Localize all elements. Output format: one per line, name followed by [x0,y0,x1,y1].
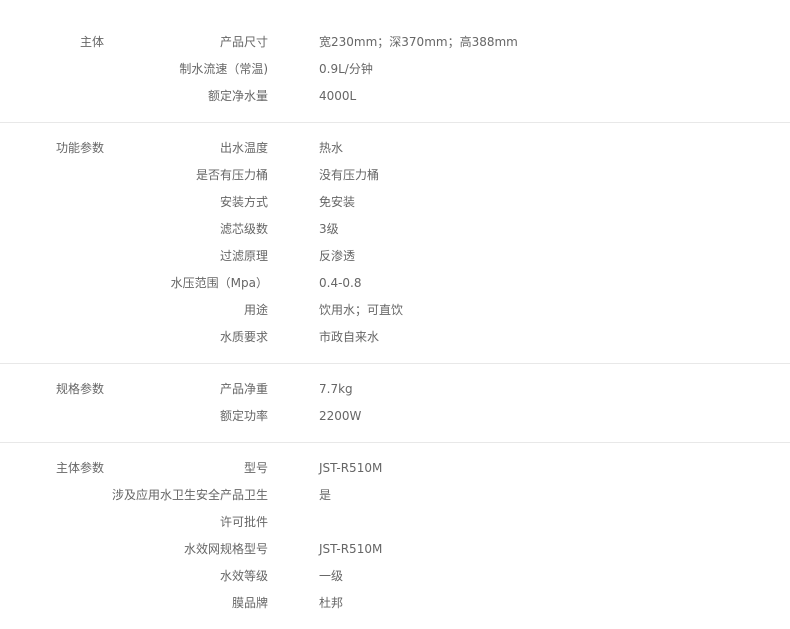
spec-key: 额定净水量 [207,89,268,103]
spec-row: 水质要求 市政自来水 [0,324,790,351]
spec-value: JST-R510M [319,542,383,556]
spec-row: 制水流速（常温) 0.9L/分钟 [0,56,790,83]
spec-section-specs: 规格参数 产品净重 7.7kg 额定功率 2200W [0,376,790,443]
spec-value: 反渗透 [319,249,356,263]
section-title: 规格参数 [55,382,104,396]
section-title: 主体 [79,35,104,49]
spec-section-main-params: 主体参数 型号 JST-R510M 涉及应用水卫生安全产品卫生 是 许可批件 水… [0,455,790,629]
spec-key: 产品尺寸 [219,35,268,49]
spec-value: JST-R510M [319,461,383,475]
spec-value: 7.7kg [319,382,353,396]
spec-value: 热水 [319,141,344,155]
spec-row: 规格参数 产品净重 7.7kg [0,376,790,403]
spec-key: 许可批件 [219,515,268,529]
spec-value: 一级 [319,569,344,583]
spec-row: 主体参数 型号 JST-R510M [0,455,790,482]
spec-value: 免安装 [319,195,356,209]
spec-row: 过滤原理 反渗透 [0,243,790,270]
spec-row: 额定功率 2200W [0,403,790,430]
spec-key: 涉及应用水卫生安全产品卫生 [111,488,268,502]
spec-value: 4000L [319,89,357,103]
spec-key: 出水温度 [219,141,268,155]
spec-key: 过滤原理 [219,249,268,263]
spec-key: 膜品牌 [231,596,268,610]
spec-value: 0.9L/分钟 [319,62,373,76]
spec-key: 是否有压力桶 [195,168,268,182]
spec-section-main: 主体 产品尺寸 宽230mm；深370mm；高388mm 制水流速（常温) 0.… [0,29,790,123]
spec-key: 水效等级 [219,569,268,583]
spec-key: 水压范围（Mpa） [170,276,268,290]
spec-value: 没有压力桶 [319,168,380,182]
spec-value: 3级 [319,222,339,236]
spec-key: 用途 [243,303,268,317]
section-title: 主体参数 [55,461,104,475]
spec-key: 水质要求 [219,330,268,344]
spec-row: 用途 饮用水；可直饮 [0,297,790,324]
spec-section-function: 功能参数 出水温度 热水 是否有压力桶 没有压力桶 安装方式 免安装 滤芯级数 … [0,135,790,364]
spec-row: 膜品牌 杜邦 [0,590,790,617]
spec-row: 功能参数 出水温度 热水 [0,135,790,162]
spec-key: 型号 [243,461,268,475]
spec-table: 主体 产品尺寸 宽230mm；深370mm；高388mm 制水流速（常温) 0.… [0,0,790,629]
spec-value: 2200W [319,409,362,423]
spec-value: 0.4-0.8 [319,276,362,290]
spec-row: 是否有压力桶 没有压力桶 [0,162,790,189]
spec-row: 许可批件 [0,509,790,536]
spec-key: 安装方式 [219,195,268,209]
spec-row: 主体 产品尺寸 宽230mm；深370mm；高388mm [0,29,790,56]
spec-value: 市政自来水 [319,330,380,344]
spec-value: 饮用水；可直饮 [319,303,404,317]
spec-row: 安装方式 免安装 [0,189,790,216]
spec-value: 杜邦 [319,596,344,610]
spec-row: 滤芯级数 3级 [0,216,790,243]
spec-key: 水效网规格型号 [183,542,268,556]
spec-key: 产品净重 [219,382,268,396]
spec-row: 水效等级 一级 [0,563,790,590]
spec-row: 涉及应用水卫生安全产品卫生 是 [0,482,790,509]
spec-row: 水压范围（Mpa） 0.4-0.8 [0,270,790,297]
spec-key: 额定功率 [219,409,268,423]
spec-value: 是 [319,488,332,502]
spec-row: 水效网规格型号 JST-R510M [0,536,790,563]
spec-value: 宽230mm；深370mm；高388mm [319,35,518,49]
spec-key: 滤芯级数 [219,222,268,236]
section-title: 功能参数 [55,141,104,155]
spec-row: 额定净水量 4000L [0,83,790,110]
spec-key: 制水流速（常温) [179,62,268,76]
